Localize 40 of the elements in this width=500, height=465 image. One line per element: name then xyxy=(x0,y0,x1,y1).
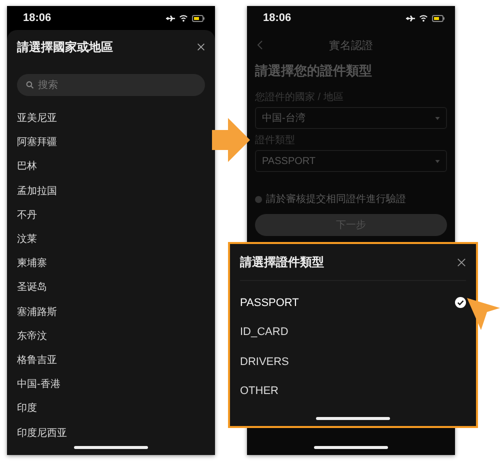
close-icon[interactable] xyxy=(197,43,205,51)
country-item[interactable]: 印度 xyxy=(17,396,205,420)
heading: 請選擇您的證件類型 xyxy=(255,62,373,80)
close-icon[interactable] xyxy=(457,258,466,266)
dropdown-caret-icon xyxy=(435,116,440,120)
option-item[interactable]: DRIVERS xyxy=(240,347,466,376)
country-item[interactable]: 格鲁吉亚 xyxy=(17,348,205,372)
airplane-icon xyxy=(406,14,415,22)
sheet-title: 請選擇國家或地區 xyxy=(17,38,113,56)
arrow-icon xyxy=(212,118,250,162)
country-item[interactable]: 巴林 xyxy=(17,154,205,179)
check-icon xyxy=(455,297,466,308)
battery-icon xyxy=(432,14,445,22)
option-item[interactable]: PASSPORT xyxy=(240,288,466,318)
dropdown-caret-icon xyxy=(435,160,440,162)
page-title: 實名認證 xyxy=(329,38,373,52)
info-icon xyxy=(255,196,262,202)
search-field[interactable]: 搜索 xyxy=(17,74,205,96)
country-item[interactable]: 圣诞岛 xyxy=(17,275,205,300)
country-item[interactable]: 不丹 xyxy=(17,202,205,227)
status-time: 18:06 xyxy=(23,12,52,24)
note-text: 請於審核提交相同證件進行驗證 xyxy=(266,192,406,206)
wifi-icon xyxy=(419,14,428,22)
country-item[interactable]: 阿塞拜疆 xyxy=(17,130,205,154)
wifi-icon xyxy=(179,14,188,22)
status-time: 18:06 xyxy=(263,12,292,24)
country-item[interactable]: 东帝汶 xyxy=(17,324,205,348)
country-item[interactable]: 柬埔寨 xyxy=(17,251,205,276)
option-item[interactable]: ID_CARD xyxy=(240,318,466,347)
country-item[interactable]: 塞浦路斯 xyxy=(17,300,205,324)
option-item[interactable]: OTHER xyxy=(240,376,466,406)
country-item[interactable]: 亚美尼亚 xyxy=(17,106,205,130)
battery-icon xyxy=(192,14,205,22)
country-item[interactable]: 汶莱 xyxy=(17,226,205,252)
country-item[interactable]: 印度尼西亚 xyxy=(17,420,205,445)
search-icon xyxy=(26,81,34,89)
airplane-icon xyxy=(166,14,175,22)
country-item[interactable]: 中国-香港 xyxy=(17,372,205,396)
sheet-title: 請選擇證件類型 xyxy=(240,254,324,270)
country-item[interactable]: 孟加拉国 xyxy=(17,178,205,203)
